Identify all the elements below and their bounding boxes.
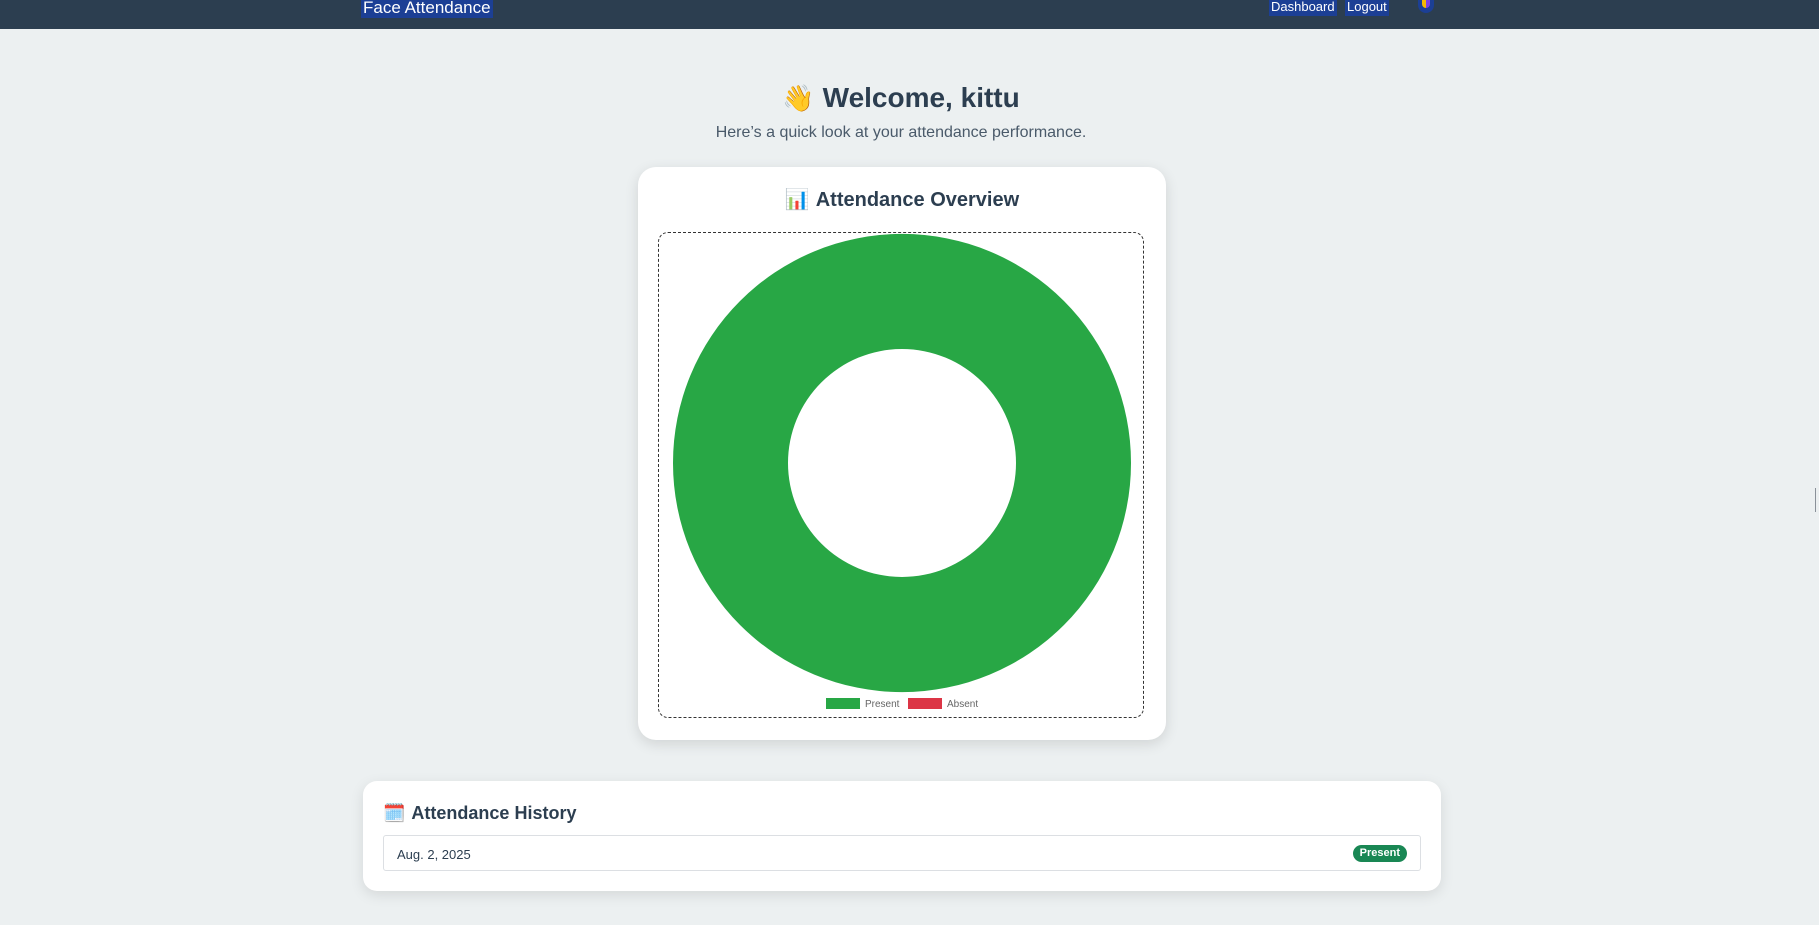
overview-title: 📊 Attendance Overview [638, 187, 1166, 212]
welcome-subtitle: Here’s a quick look at your attendance p… [715, 124, 1087, 141]
welcome-title: Welcome, kittu [822, 82, 1020, 113]
nav-logout-link[interactable]: Logout [1345, 0, 1389, 16]
calendar-icon: 🗓️ [383, 803, 406, 823]
attendance-overview-card: 📊 Attendance Overview Present Absent [638, 167, 1166, 740]
attendance-doughnut-chart: Present Absent [673, 233, 1131, 710]
legend-label-absent[interactable]: Absent [947, 699, 978, 710]
legend-swatch-absent[interactable] [908, 698, 942, 709]
welcome-heading: 👋 Welcome, kittu [0, 82, 1802, 114]
brand-link[interactable]: Face Attendance [361, 0, 493, 18]
theme-toggle-icon[interactable] [1418, 0, 1434, 13]
waving-hand-icon: 👋 [782, 83, 815, 113]
history-title: 🗓️ Attendance History [383, 803, 576, 824]
attendance-history-card: 🗓️ Attendance History Aug. 2, 2025 Presen… [363, 781, 1441, 891]
history-date: Aug. 2, 2025 [397, 847, 471, 862]
bar-chart-icon: 📊 [784, 189, 810, 211]
history-row: Aug. 2, 2025 Present [383, 835, 1421, 871]
overview-title-text: Attendance Overview [815, 189, 1020, 211]
status-badge: Present [1352, 845, 1407, 862]
nav-dashboard-link[interactable]: Dashboard [1269, 0, 1337, 16]
legend-swatch-present[interactable] [826, 698, 860, 709]
page-edge-scroll-indicator [1815, 488, 1819, 512]
top-navbar: Face Attendance Dashboard Logout [0, 0, 1819, 29]
legend-label-present[interactable]: Present [865, 699, 900, 710]
attendance-chart: Present Absent [658, 232, 1144, 718]
history-title-text: Attendance History [411, 803, 577, 823]
doughnut-slice-present[interactable] [673, 233, 1131, 693]
